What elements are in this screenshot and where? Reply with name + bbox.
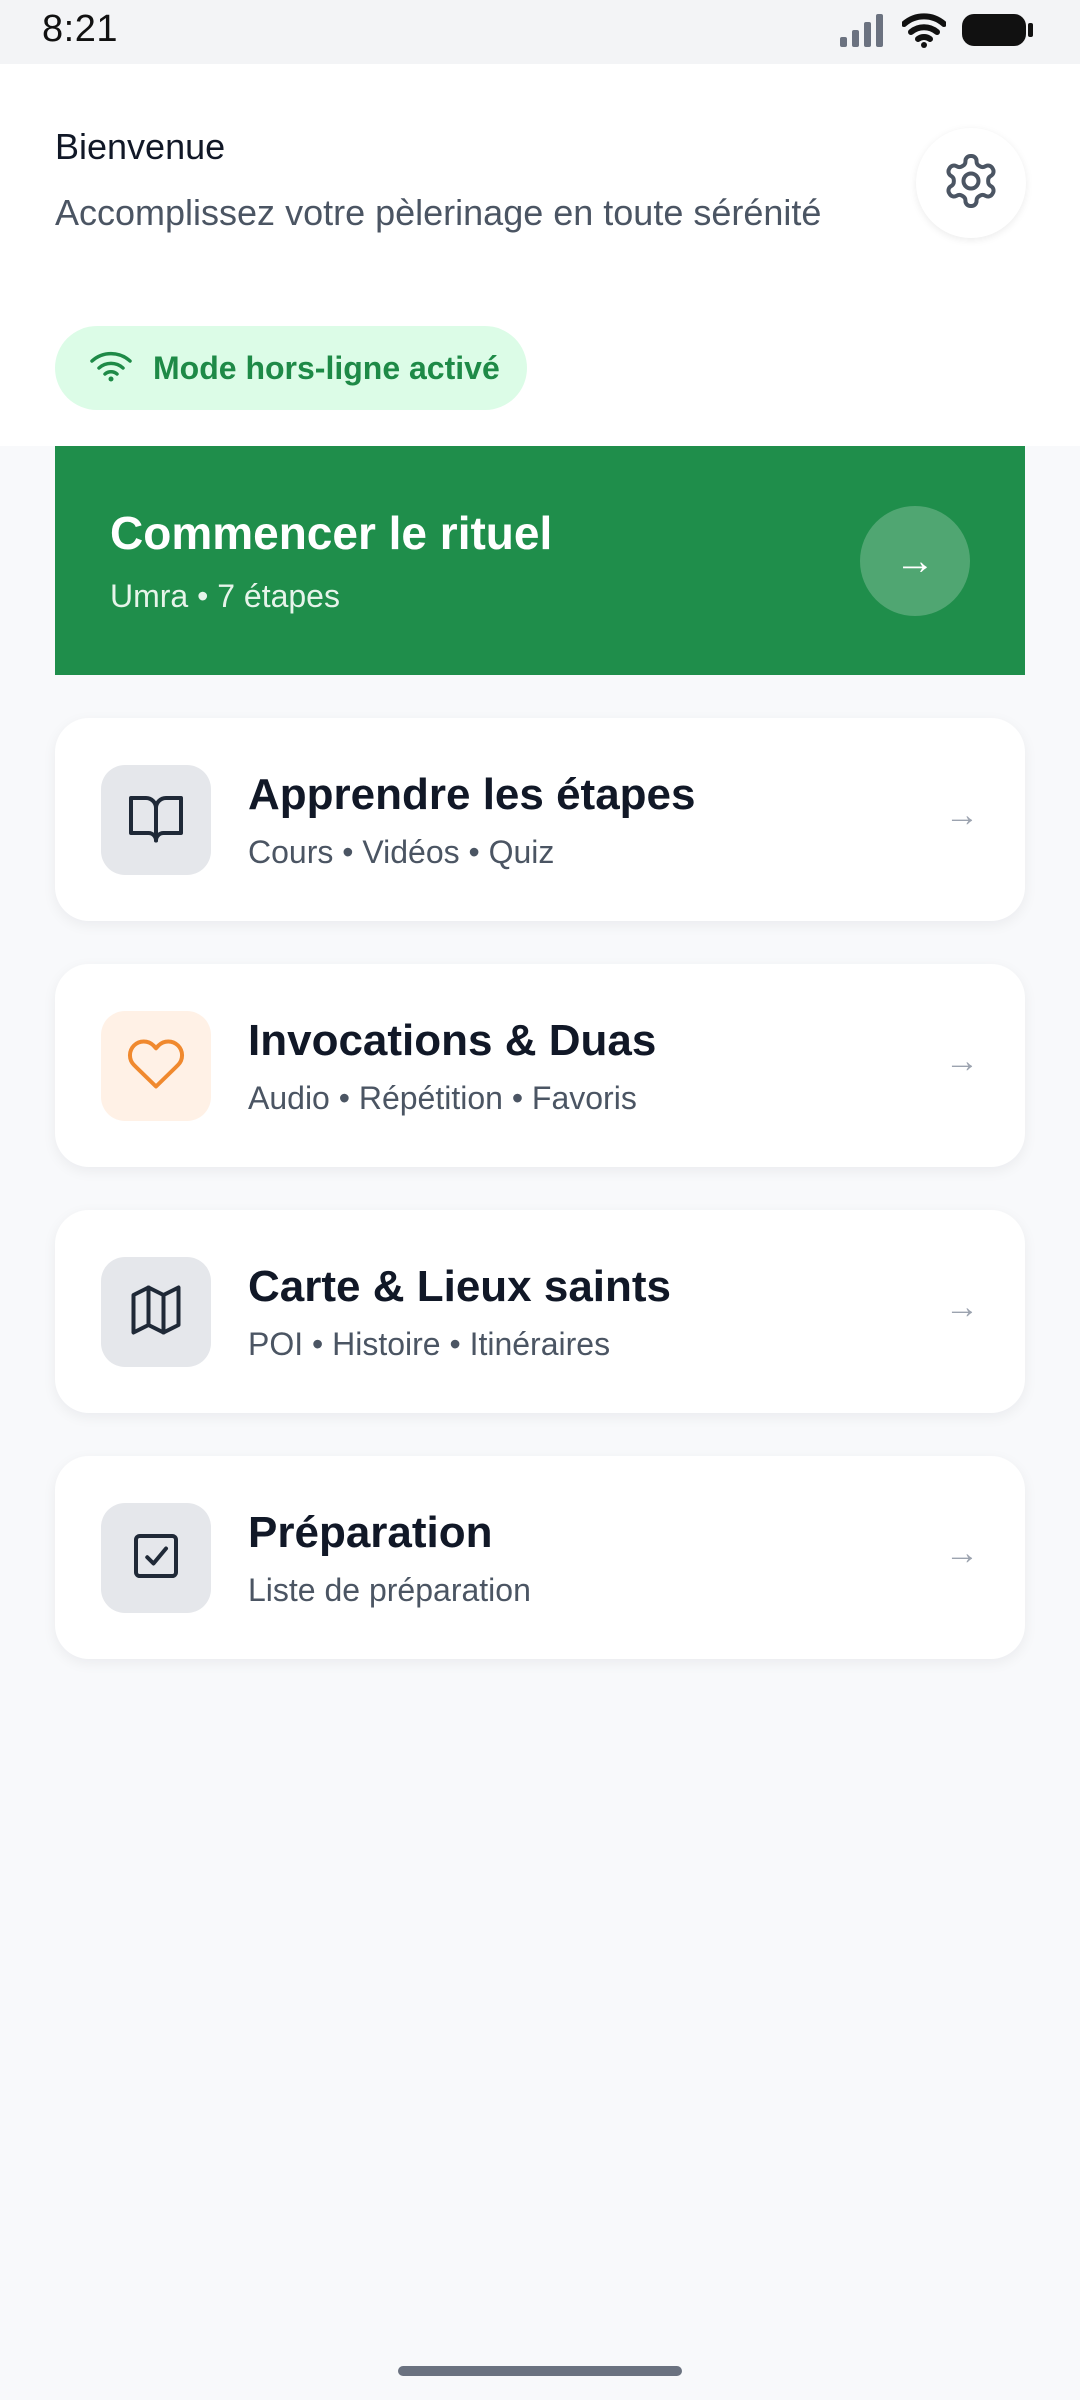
- offline-mode-label: Mode hors-ligne activé: [153, 349, 500, 386]
- arrow-right-icon: →: [945, 796, 979, 834]
- card-icon-container: [101, 765, 211, 875]
- ritual-title: Commencer le rituel: [110, 507, 553, 559]
- card-subtitle: Liste de préparation: [248, 1572, 531, 1608]
- card-title: Carte & Lieux saints: [248, 1262, 672, 1311]
- wifi-icon: [901, 12, 947, 53]
- map-icon: [126, 1280, 186, 1345]
- book-icon: [126, 788, 186, 853]
- header-subtitle: Accomplissez votre pèlerinage en toute s…: [55, 192, 822, 233]
- card-title: Apprendre les étapes: [248, 770, 696, 819]
- card-map-holy-places[interactable]: Carte & Lieux saints POI • Histoire • It…: [55, 1210, 1025, 1413]
- card-subtitle: Audio • Répétition • Favoris: [248, 1080, 637, 1116]
- header: Bienvenue Accomplissez votre pèlerinage …: [0, 64, 1080, 446]
- ritual-subtitle: Umra • 7 étapes: [110, 578, 340, 614]
- home-screen: 8:21 Bienvenue Accomplissez votre pèleri…: [0, 0, 1080, 2400]
- card-icon-container: [101, 1011, 211, 1121]
- wifi-icon: [89, 348, 133, 389]
- card-subtitle: Cours • Vidéos • Quiz: [248, 834, 555, 870]
- arrow-right-icon: →: [945, 1042, 979, 1080]
- gear-icon: [941, 151, 1001, 216]
- card-preparation[interactable]: Préparation Liste de préparation →: [55, 1456, 1025, 1659]
- status-time: 8:21: [42, 8, 118, 50]
- greeting: Bienvenue: [55, 126, 226, 167]
- start-ritual-banner[interactable]: Commencer le rituel Umra • 7 étapes →: [55, 446, 1025, 675]
- card-icon-container: [101, 1503, 211, 1613]
- home-indicator[interactable]: [398, 2366, 682, 2376]
- card-title: Invocations & Duas: [248, 1016, 657, 1065]
- card-learn-steps[interactable]: Apprendre les étapes Cours • Vidéos • Qu…: [55, 718, 1025, 921]
- status-bar: 8:21: [0, 0, 1080, 64]
- card-icon-container: [101, 1257, 211, 1367]
- heart-icon: [126, 1034, 186, 1099]
- start-ritual-button[interactable]: →: [860, 506, 970, 616]
- card-invocations[interactable]: Invocations & Duas Audio • Répétition • …: [55, 964, 1025, 1167]
- arrow-right-icon: →: [945, 1288, 979, 1326]
- battery-icon: [962, 12, 1034, 53]
- card-title: Préparation: [248, 1508, 493, 1557]
- status-icons: [840, 12, 1034, 52]
- checkbox-icon: [126, 1526, 186, 1591]
- settings-button[interactable]: [916, 128, 1026, 238]
- arrow-right-icon: →: [895, 538, 935, 583]
- signal-icon: [840, 13, 886, 52]
- offline-mode-badge: Mode hors-ligne activé: [55, 326, 527, 410]
- card-subtitle: POI • Histoire • Itinéraires: [248, 1326, 611, 1362]
- arrow-right-icon: →: [945, 1534, 979, 1572]
